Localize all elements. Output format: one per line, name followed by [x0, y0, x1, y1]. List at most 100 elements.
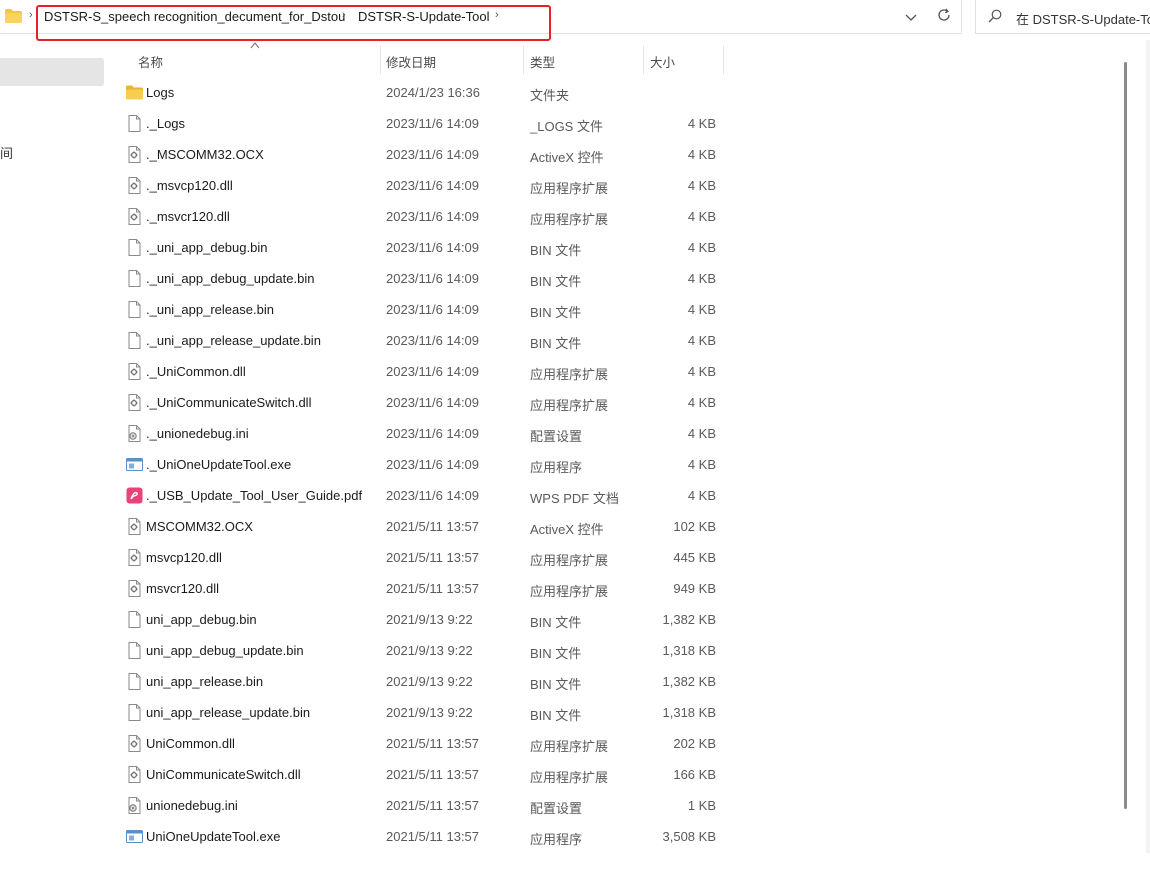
column-divider[interactable]: [643, 46, 644, 74]
file-type: BIN 文件: [530, 274, 582, 289]
file-name[interactable]: uni_app_release_update.bin: [146, 705, 310, 720]
file-row[interactable]: unionedebug.ini 2021/5/11 13:57 配置设置 1 KB: [0, 790, 1150, 821]
file-name[interactable]: Logs: [146, 85, 174, 100]
file-size: 4 KB: [687, 147, 716, 162]
file-name[interactable]: ._UniCommon.dll: [146, 364, 246, 379]
file-row[interactable]: msvcp120.dll 2021/5/11 13:57 应用程序扩展 445 KB: [0, 542, 1150, 573]
file-row[interactable]: msvcr120.dll 2021/5/11 13:57 应用程序扩展 949 KB: [0, 573, 1150, 604]
file-date: 2023/11/6 14:09: [386, 240, 480, 255]
file-type: BIN 文件: [530, 305, 582, 320]
file-row[interactable]: ._uni_app_debug_update.bin 2023/11/6 14:0…: [0, 263, 1150, 294]
file-name[interactable]: ._UniOneUpdateTool.exe: [146, 457, 291, 472]
file-name[interactable]: uni_app_release.bin: [146, 674, 263, 689]
file-name[interactable]: ._MSCOMM32.OCX: [146, 147, 264, 162]
file-type: ActiveX 控件: [530, 150, 604, 165]
chevron-right-icon: ›: [29, 9, 33, 21]
file-size: 1,318 KB: [662, 705, 717, 720]
file-name[interactable]: ._uni_app_debug.bin: [146, 240, 267, 255]
column-header-type[interactable]: 类型: [530, 52, 555, 71]
file-row[interactable]: ._UniCommunicateSwitch.dll 2023/11/6 14:0…: [0, 387, 1150, 418]
file-name[interactable]: ._msvcp120.dll: [146, 178, 233, 193]
file-name[interactable]: ._uni_app_release_update.bin: [146, 333, 321, 348]
file-size: 949 KB: [673, 581, 716, 596]
file-row[interactable]: UniCommunicateSwitch.dll 2021/5/11 13:57 应…: [0, 759, 1150, 790]
file-type: BIN 文件: [530, 615, 582, 630]
file-row[interactable]: ._msvcp120.dll 2023/11/6 14:09 应用程序扩展 4 KB: [0, 170, 1150, 201]
search-icon: [988, 9, 1002, 23]
file-row[interactable]: ._USB_Update_Tool_User_Guide.pdf 2023/11/…: [0, 480, 1150, 511]
file-name[interactable]: MSCOMM32.OCX: [146, 519, 253, 534]
file-type: BIN 文件: [530, 646, 582, 661]
file-row[interactable]: uni_app_release.bin 2021/9/13 9:22 BIN 文件 1…: [0, 666, 1150, 697]
file-row[interactable]: Logs 2024/1/23 16:36 文件夹: [0, 77, 1150, 108]
file-name[interactable]: ._unionedebug.ini: [146, 426, 249, 441]
file-row[interactable]: ._uni_app_debug.bin 2023/11/6 14:09 BIN 文件…: [0, 232, 1150, 263]
file-size: 3,508 KB: [662, 829, 717, 844]
file-type: BIN 文件: [530, 243, 582, 258]
file-row[interactable]: uni_app_debug_update.bin 2021/9/13 9:22 BI…: [0, 635, 1150, 666]
sort-ascending-icon: [250, 42, 260, 49]
file-row[interactable]: ._uni_app_release_update.bin 2023/11/6 14…: [0, 325, 1150, 356]
file-date: 2021/5/11 13:57: [386, 829, 480, 844]
file-row[interactable]: ._unionedebug.ini 2023/11/6 14:09 配置设置 4 KB: [0, 418, 1150, 449]
file-name[interactable]: msvcr120.dll: [146, 581, 219, 596]
file-name[interactable]: UniOneUpdateTool.exe: [146, 829, 280, 844]
search-box[interactable]: 在 DSTSR-S-Update-Tool: [975, 0, 1150, 34]
column-header-name[interactable]: 名称: [138, 52, 163, 71]
file-icon: [126, 332, 143, 349]
chevron-down-icon[interactable]: [902, 8, 920, 26]
address-bar-area: › DSTSR-S_speech recognition_decument_fo…: [0, 0, 1150, 41]
file-row[interactable]: uni_app_debug.bin 2021/9/13 9:22 BIN 文件 1,3…: [0, 604, 1150, 635]
refresh-icon[interactable]: [935, 8, 953, 26]
file-icon: [126, 301, 143, 318]
file-date: 2021/5/11 13:57: [386, 736, 480, 751]
file-date: 2021/9/13 9:22: [386, 612, 473, 627]
file-name[interactable]: ._Logs: [146, 116, 185, 131]
column-divider[interactable]: [723, 46, 724, 74]
file-icon: [126, 673, 143, 690]
file-row[interactable]: uni_app_release_update.bin 2021/9/13 9:22…: [0, 697, 1150, 728]
file-size: 4 KB: [687, 364, 716, 379]
column-header-date[interactable]: 修改日期: [386, 52, 436, 71]
file-date: 2023/11/6 14:09: [386, 178, 480, 193]
file-list: Logs 2024/1/23 16:36 文件夹 ._Logs 2023/11/6 14…: [0, 77, 1150, 852]
file-name[interactable]: ._USB_Update_Tool_User_Guide.pdf: [146, 488, 362, 503]
file-name[interactable]: ._UniCommunicateSwitch.dll: [146, 395, 311, 410]
file-row[interactable]: ._UniOneUpdateTool.exe 2023/11/6 14:09 应用程…: [0, 449, 1150, 480]
folder-icon: [126, 84, 143, 101]
file-row[interactable]: ._uni_app_release.bin 2023/11/6 14:09 BIN …: [0, 294, 1150, 325]
file-row[interactable]: ._msvcr120.dll 2023/11/6 14:09 应用程序扩展 4 KB: [0, 201, 1150, 232]
file-name[interactable]: uni_app_debug.bin: [146, 612, 257, 627]
file-name[interactable]: ._uni_app_release.bin: [146, 302, 274, 317]
file-name[interactable]: UniCommon.dll: [146, 736, 235, 751]
file-size: 102 KB: [673, 519, 716, 534]
file-type: BIN 文件: [530, 708, 582, 723]
file-date: 2023/11/6 14:09: [386, 364, 480, 379]
file-row[interactable]: MSCOMM32.OCX 2021/5/11 13:57 ActiveX 控件 102…: [0, 511, 1150, 542]
file-row[interactable]: ._Logs 2023/11/6 14:09 _LOGS 文件 4 KB: [0, 108, 1150, 139]
file-name[interactable]: ._uni_app_debug_update.bin: [146, 271, 314, 286]
file-name[interactable]: unionedebug.ini: [146, 798, 238, 813]
file-row[interactable]: UniCommon.dll 2021/5/11 13:57 应用程序扩展 202 KB: [0, 728, 1150, 759]
file-date: 2023/11/6 14:09: [386, 302, 480, 317]
file-name[interactable]: msvcp120.dll: [146, 550, 222, 565]
file-name[interactable]: ._msvcr120.dll: [146, 209, 230, 224]
file-type: WPS PDF 文档: [530, 491, 619, 506]
pdf-icon: [126, 487, 143, 504]
file-row[interactable]: UniOneUpdateTool.exe 2021/5/11 13:57 应用程序 3…: [0, 821, 1150, 852]
file-size: 445 KB: [673, 550, 716, 565]
file-type: ActiveX 控件: [530, 522, 604, 537]
address-bar[interactable]: › DSTSR-S_speech recognition_decument_fo…: [0, 0, 962, 41]
file-name[interactable]: UniCommunicateSwitch.dll: [146, 767, 301, 782]
file-type: 应用程序扩展: [530, 770, 609, 785]
file-name[interactable]: uni_app_debug_update.bin: [146, 643, 304, 658]
scrollbar-thumb[interactable]: [1124, 62, 1127, 809]
column-divider[interactable]: [523, 46, 524, 74]
dll-icon: [126, 363, 143, 380]
file-row[interactable]: ._MSCOMM32.OCX 2023/11/6 14:09 ActiveX 控件 4…: [0, 139, 1150, 170]
file-date: 2023/11/6 14:09: [386, 333, 480, 348]
column-divider[interactable]: [380, 46, 381, 74]
file-row[interactable]: ._UniCommon.dll 2023/11/6 14:09 应用程序扩展 4 KB: [0, 356, 1150, 387]
dll-icon: [126, 766, 143, 783]
column-header-size[interactable]: 大小: [650, 52, 675, 71]
